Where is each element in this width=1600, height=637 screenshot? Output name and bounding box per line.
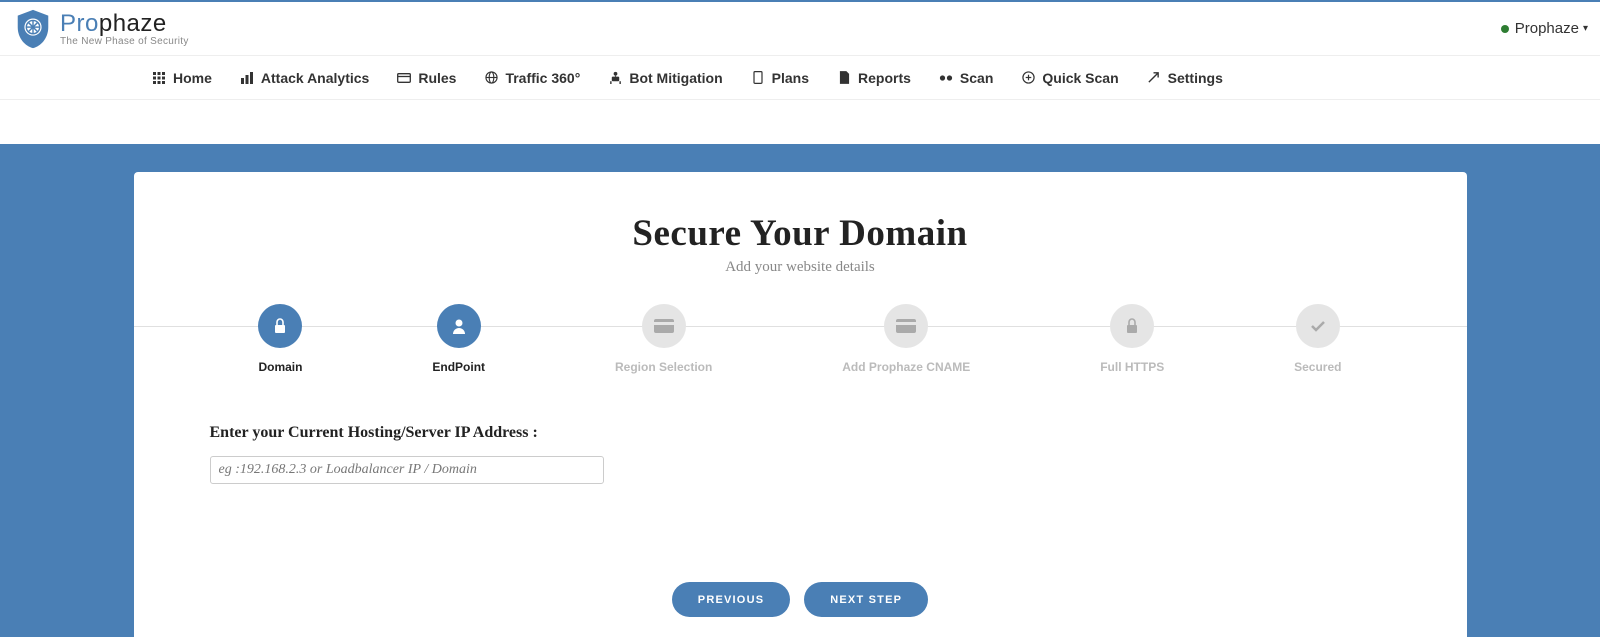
- circle-plus-icon: [1021, 71, 1035, 85]
- chevron-down-icon: ▾: [1583, 23, 1588, 34]
- globe-icon: [484, 71, 498, 85]
- nav-scan[interactable]: Scan: [935, 66, 997, 90]
- file-icon: [837, 71, 851, 85]
- nav-settings[interactable]: Settings: [1143, 66, 1227, 90]
- eyes-icon: [939, 71, 953, 85]
- robot-icon: [608, 71, 622, 85]
- wizard-card: Secure Your Domain Add your website deta…: [134, 172, 1467, 637]
- card-icon: [397, 71, 411, 85]
- nav-label: Quick Scan: [1042, 70, 1118, 86]
- step-label: Full HTTPS: [1100, 360, 1164, 374]
- nav-label: Plans: [772, 70, 809, 86]
- step-cname[interactable]: Add Prophaze CNAME: [842, 304, 970, 374]
- user-icon: [437, 304, 481, 348]
- step-endpoint[interactable]: EndPoint: [432, 304, 485, 374]
- nav-home[interactable]: Home: [148, 66, 216, 90]
- card-icon: [884, 304, 928, 348]
- page-title: Secure Your Domain: [134, 212, 1467, 255]
- shield-icon: [12, 8, 54, 50]
- step-https[interactable]: Full HTTPS: [1100, 304, 1164, 374]
- nav-rules[interactable]: Rules: [393, 66, 460, 90]
- lock-icon: [258, 304, 302, 348]
- step-region[interactable]: Region Selection: [615, 304, 712, 374]
- bar-chart-icon: [240, 71, 254, 85]
- step-label: Add Prophaze CNAME: [842, 360, 970, 374]
- nav-label: Traffic 360°: [505, 70, 580, 86]
- nav-label: Rules: [418, 70, 456, 86]
- lock-icon: [1110, 304, 1154, 348]
- nav-label: Settings: [1168, 70, 1223, 86]
- status-dot-icon: [1501, 25, 1509, 33]
- nav-reports[interactable]: Reports: [833, 66, 915, 90]
- nav-traffic-360[interactable]: Traffic 360°: [480, 66, 584, 90]
- tablet-icon: [751, 71, 765, 85]
- card-icon: [642, 304, 686, 348]
- step-secured[interactable]: Secured: [1294, 304, 1341, 374]
- step-label: Domain: [258, 360, 302, 374]
- nav-attack-analytics[interactable]: Attack Analytics: [236, 66, 373, 90]
- step-domain[interactable]: Domain: [258, 304, 302, 374]
- nav-label: Bot Mitigation: [629, 70, 722, 86]
- nav-plans[interactable]: Plans: [747, 66, 813, 90]
- stepper: Domain EndPoint Region Selection Add Pro…: [134, 304, 1467, 384]
- arrow-icon: [1147, 71, 1161, 85]
- step-label: Secured: [1294, 360, 1341, 374]
- ip-address-input[interactable]: [210, 456, 604, 484]
- user-menu[interactable]: Prophaze ▾: [1501, 20, 1588, 37]
- nav-label: Home: [173, 70, 212, 86]
- user-name: Prophaze: [1515, 20, 1579, 37]
- previous-button[interactable]: PREVIOUS: [672, 582, 790, 617]
- brand-tagline: The New Phase of Security: [60, 36, 189, 47]
- nav-label: Reports: [858, 70, 911, 86]
- content-band: Secure Your Domain Add your website deta…: [0, 144, 1600, 637]
- page-subtitle: Add your website details: [134, 259, 1467, 276]
- button-row: PREVIOUS NEXT STEP: [134, 582, 1467, 617]
- step-label: EndPoint: [432, 360, 485, 374]
- ip-address-label: Enter your Current Hosting/Server IP Add…: [210, 424, 1391, 442]
- main-nav: Home Attack Analytics Rules Traffic 360°…: [0, 55, 1600, 100]
- nav-label: Attack Analytics: [261, 70, 369, 86]
- brand-text-wrap: Prophaze The New Phase of Security: [60, 10, 189, 47]
- nav-quick-scan[interactable]: Quick Scan: [1017, 66, 1122, 90]
- topbar: Prophaze The New Phase of Security Proph…: [0, 0, 1600, 55]
- check-icon: [1296, 304, 1340, 348]
- grid-icon: [152, 71, 166, 85]
- next-step-button[interactable]: NEXT STEP: [804, 582, 928, 617]
- nav-label: Scan: [960, 70, 993, 86]
- brand-logo[interactable]: Prophaze The New Phase of Security: [12, 8, 189, 50]
- brand-name: Prophaze: [60, 10, 189, 38]
- nav-bot-mitigation[interactable]: Bot Mitigation: [604, 66, 726, 90]
- step-label: Region Selection: [615, 360, 712, 374]
- form-area: Enter your Current Hosting/Server IP Add…: [134, 384, 1467, 504]
